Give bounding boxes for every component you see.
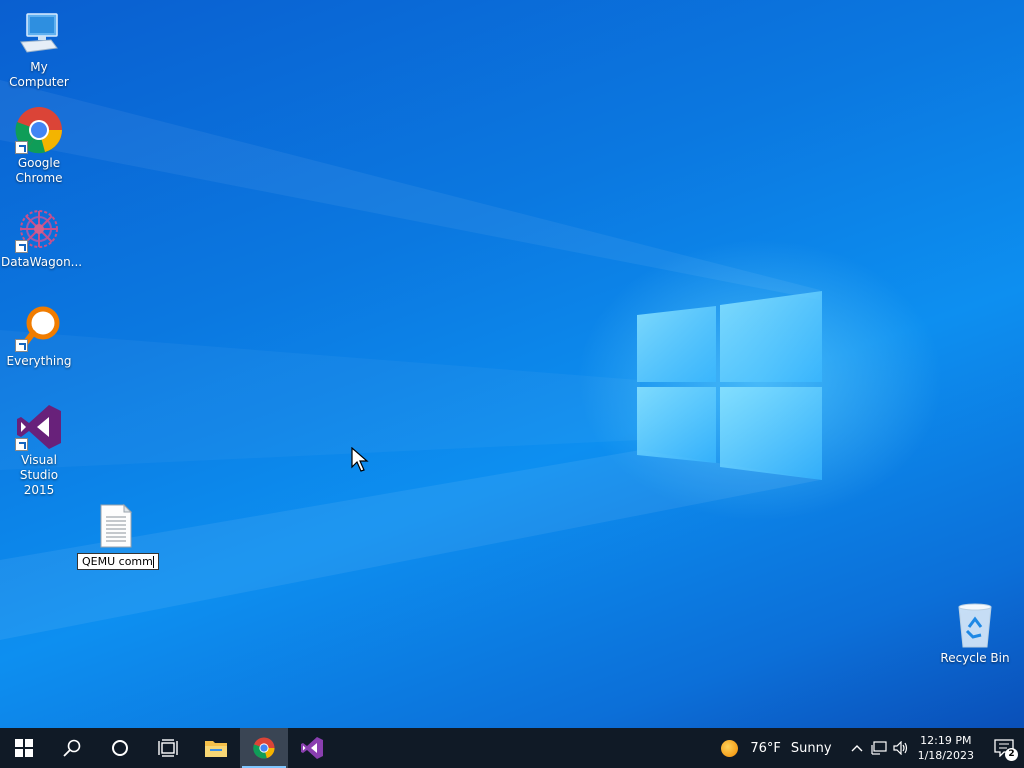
folder-icon xyxy=(205,741,227,757)
cortana-button[interactable] xyxy=(96,728,144,768)
taskbar-chrome[interactable] xyxy=(240,728,288,768)
chrome-icon xyxy=(15,106,63,154)
start-button[interactable] xyxy=(0,728,48,768)
computer-icon xyxy=(15,10,63,58)
task-view-button[interactable] xyxy=(144,728,192,768)
shortcut-arrow-icon xyxy=(15,438,28,451)
network-button[interactable] xyxy=(868,728,890,768)
desktop-icon-recycle-bin[interactable]: Recycle Bin xyxy=(937,601,1013,666)
notification-count-badge: 2 xyxy=(1005,748,1018,761)
visual-studio-icon xyxy=(301,737,323,759)
taskbar-visual-studio[interactable] xyxy=(288,728,336,768)
task-view-icon xyxy=(158,739,178,757)
desktop[interactable]: My Computer Google Chrome DataWagon... E… xyxy=(0,0,1024,728)
clock-button[interactable]: 12:19 PM 1/18/2023 xyxy=(918,733,974,763)
desktop-icon-google-chrome[interactable]: Google Chrome xyxy=(1,106,77,186)
windows-start-icon xyxy=(15,739,33,757)
text-file-icon xyxy=(100,503,133,548)
everything-search-icon xyxy=(15,304,63,352)
desktop-icon-label: Google Chrome xyxy=(15,156,63,185)
action-center-button[interactable]: 2 xyxy=(984,728,1024,768)
speaker-icon xyxy=(892,741,907,755)
recycle-bin-icon xyxy=(951,601,999,649)
desktop-icon-label: DataWagon... xyxy=(1,255,83,269)
rename-input-value: QEMU comm xyxy=(82,555,153,568)
weather-temperature: 76°F xyxy=(750,740,781,756)
system-tray: 76°F Sunny 12:19 PM 1/18/2023 2 xyxy=(721,728,1024,768)
desktop-icon-datawagon[interactable]: DataWagon... xyxy=(1,205,83,270)
visual-studio-icon xyxy=(15,403,63,451)
volume-button[interactable] xyxy=(890,728,912,768)
clock-time: 12:19 PM xyxy=(920,734,972,747)
wallpaper-windows-logo xyxy=(0,80,822,640)
datawagon-icon xyxy=(15,205,63,253)
search-button[interactable] xyxy=(48,728,96,768)
desktop-icon-everything[interactable]: Everything xyxy=(1,304,77,369)
chrome-icon xyxy=(253,737,275,759)
desktop-icon-my-computer[interactable]: My Computer xyxy=(1,10,77,90)
search-icon xyxy=(63,739,81,757)
clock-date: 1/18/2023 xyxy=(917,749,974,762)
taskbar-file-explorer[interactable] xyxy=(192,728,240,768)
show-hidden-icons-button[interactable] xyxy=(846,728,868,768)
sunny-weather-icon xyxy=(721,739,739,757)
desktop-file-qemu[interactable] xyxy=(96,503,136,548)
desktop-icon-label: Everything xyxy=(6,354,72,368)
cortana-circle-icon xyxy=(112,740,128,756)
weather-condition: Sunny xyxy=(790,740,832,756)
taskbar: 76°F Sunny 12:19 PM 1/18/2023 2 xyxy=(0,728,1024,768)
text-caret xyxy=(152,556,154,568)
desktop-icon-label: Visual Studio 2015 xyxy=(19,453,59,497)
desktop-icon-label: Recycle Bin xyxy=(940,651,1010,665)
weather-widget[interactable]: 76°F Sunny xyxy=(721,739,832,757)
mouse-pointer-icon xyxy=(351,447,369,472)
desktop-icon-visual-studio-2015[interactable]: Visual Studio 2015 xyxy=(1,403,77,498)
network-icon xyxy=(870,741,887,755)
rename-input[interactable]: QEMU comm xyxy=(77,553,159,570)
shortcut-arrow-icon xyxy=(15,240,28,253)
shortcut-arrow-icon xyxy=(15,141,28,154)
desktop-icon-label: My Computer xyxy=(9,60,69,89)
shortcut-arrow-icon xyxy=(15,339,28,352)
chevron-up-icon xyxy=(851,745,863,752)
